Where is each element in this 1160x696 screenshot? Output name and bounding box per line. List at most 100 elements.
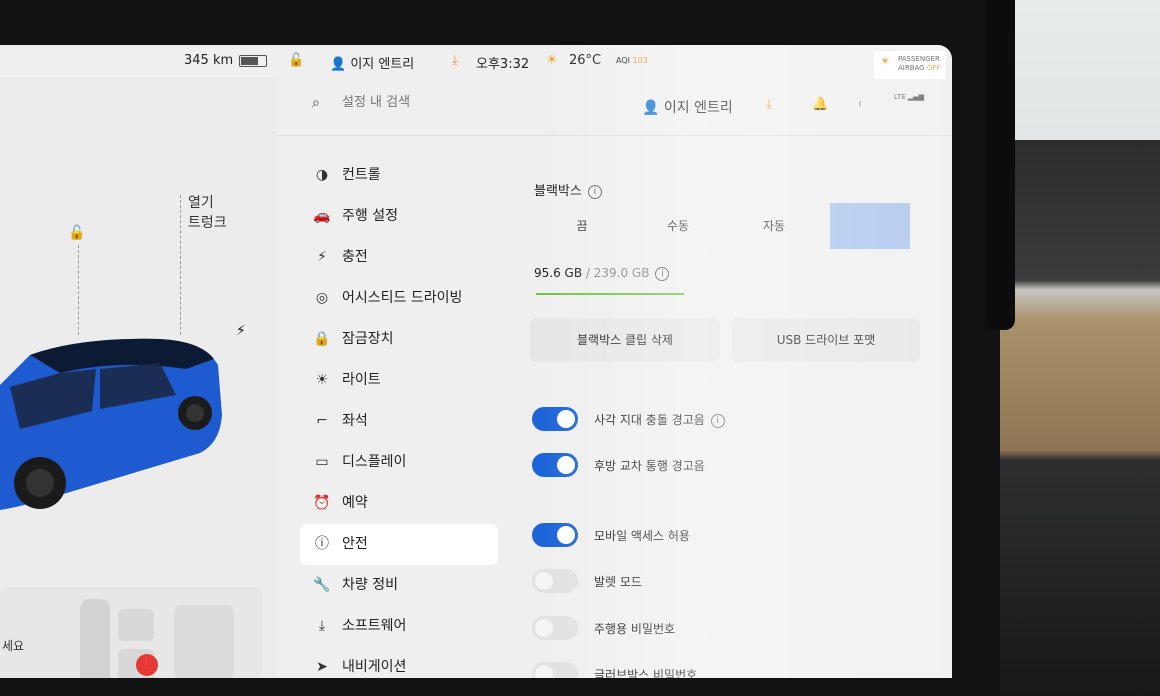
profile-status[interactable]: 👤 이지 엔트리 — [330, 53, 414, 72]
toggle-knob — [557, 410, 575, 428]
frunk-guide-line — [78, 245, 79, 335]
padlock-icon[interactable]: 🔓 — [288, 53, 304, 68]
trunk-line2: 트렁크 — [188, 215, 227, 231]
nav-item-label: 어시스티드 드라이빙 — [342, 290, 463, 306]
toggle-knob — [535, 619, 553, 637]
nav-item[interactable]: ☀ 라이트 — [300, 360, 498, 401]
toggle-switch[interactable] — [532, 662, 578, 678]
nav-item-label: 내비게이션 — [342, 659, 407, 675]
range-text: 345 km — [184, 53, 234, 68]
toggle-switch[interactable] — [532, 407, 578, 431]
storage-readout: 95.6 GB / 239.0 GB i — [534, 266, 670, 281]
delete-dashcam-clips-button[interactable]: 블랙박스 클립 삭제 — [530, 318, 720, 362]
toggle-switch[interactable] — [532, 453, 578, 477]
nav-item[interactable]: 🔒 잠금장치 — [300, 319, 498, 360]
car-model-image — [0, 338, 222, 510]
nav-item[interactable]: 🔧 차량 정비 — [300, 565, 498, 606]
nav-item[interactable]: 🚗 주행 설정 — [300, 196, 498, 237]
dashcam-title-text: 블랙박스 — [534, 184, 582, 199]
safety-settings-content: 블랙박스 i 끔 수동 자동 95.6 GB / 239.0 GB i 블랙박스 클립 … — [530, 45, 930, 678]
toggle-knob — [535, 665, 553, 678]
nav-item-label: 소프트웨어 — [342, 618, 407, 634]
toggle-label: 후방 교차 통행 경고음 — [594, 457, 705, 474]
nav-item[interactable]: ⤓ 소프트웨어 — [300, 606, 498, 647]
dashcam-mode-option[interactable]: 끔 — [542, 203, 622, 249]
toggle-label-text: 발렛 모드 — [594, 575, 642, 589]
search-icon[interactable]: ⌕ — [312, 95, 320, 111]
frunk-unlock-icon[interactable]: 🔓 — [68, 225, 85, 241]
navigation-icon: ➤ — [316, 659, 328, 675]
settings-nav: ◑ 컨트롤 🚗 주행 설정 ⚡ 충전 ◎ 어시스티드 드라이빙 🔒 잠금장치 ☀ 라이트 ⌐ 좌석 ▭ 디스플… — [300, 155, 498, 678]
car-icon: 🚗 — [313, 208, 331, 224]
lock-icon: 🔒 — [313, 331, 331, 347]
dashcam-mode-selector: 끔 수동 자동 — [530, 203, 910, 249]
seat-status-panel — [0, 587, 262, 678]
nav-item[interactable]: ➤ 내비게이션 — [300, 647, 498, 678]
nav-item-label: 라이트 — [342, 372, 381, 388]
download-icon: ⤓ — [318, 618, 326, 634]
seat-hint-text: 세요 — [2, 639, 25, 653]
alarm-icon: ⏰ — [313, 495, 331, 511]
info-icon[interactable]: i — [710, 413, 725, 428]
charge-port-icon[interactable]: ⚡ — [236, 323, 246, 339]
safety-icon: ⓘ — [315, 536, 329, 552]
toggle-label: 사각 지대 충돌 경고음 i — [594, 411, 725, 428]
info-icon[interactable]: i — [655, 266, 670, 281]
storage-total: / 239.0 GB — [585, 266, 650, 280]
battery-icon — [239, 54, 268, 67]
nav-item-label: 주행 설정 — [342, 208, 398, 224]
storage-used: 95.6 GB — [534, 266, 583, 280]
dashcam-mode-option[interactable] — [830, 203, 910, 249]
toggle-knob — [535, 572, 553, 590]
toggle-switch[interactable] — [532, 569, 578, 593]
touchscreen: 345 km 🔓 👤 이지 엔트리 ⤓ 오후3:32 ☀ 26°C AQI 10… — [0, 45, 952, 678]
trunk-line1: 열기 — [188, 195, 214, 211]
toggle-label: 글러브박스 비밀번호 — [594, 666, 697, 678]
toggle-label-text: 글러브박스 비밀번호 — [594, 668, 698, 678]
toggle-switch[interactable] — [532, 616, 578, 640]
toggle-label: 주행용 비밀번호 — [594, 620, 675, 637]
nav-item[interactable]: ◑ 컨트롤 — [300, 155, 498, 196]
person-icon: 👤 — [330, 57, 347, 72]
car-interior-background — [1000, 0, 1160, 696]
nav-item[interactable]: ⚡ 충전 — [300, 237, 498, 278]
format-usb-drive-button[interactable]: USB 드라이브 포맷 — [732, 318, 920, 362]
nav-item[interactable]: ◎ 어시스티드 드라이빙 — [300, 278, 498, 319]
dashcam-mode-option[interactable]: 자동 — [734, 203, 814, 249]
nav-item[interactable]: ⓘ 안전 — [300, 524, 498, 565]
nav-item[interactable]: ▭ 디스플레이 — [300, 442, 498, 483]
dashcam-mode-option[interactable]: 수동 — [638, 203, 718, 249]
toggle-label-text: 후방 교차 통행 경고음 — [594, 459, 705, 473]
toggle-label: 모바일 액세스 허용 — [594, 527, 690, 544]
range-readout: 345 km — [184, 53, 268, 68]
toggle-label-text: 사각 지대 충돌 경고음 — [594, 413, 705, 427]
light-icon: ☀ — [315, 372, 329, 388]
toggle-label-text: 모바일 액세스 허용 — [594, 529, 690, 543]
screen-mount — [985, 0, 1015, 330]
trunk-guide-line — [180, 195, 181, 335]
storage-usage-bar — [536, 293, 684, 295]
toggle-icon: ◑ — [315, 167, 329, 183]
seat-icon: ⌐ — [316, 413, 328, 429]
display-icon: ▭ — [315, 454, 329, 470]
nav-item-label: 차량 정비 — [342, 577, 398, 593]
open-trunk-button[interactable]: 열기 트렁크 — [188, 193, 227, 233]
nav-item-label: 컨트롤 — [342, 167, 381, 183]
profile-name: 이지 엔트리 — [350, 57, 415, 72]
nav-item-label: 좌석 — [342, 413, 368, 429]
nav-item[interactable]: ⌐ 좌석 — [300, 401, 498, 442]
toggle-knob — [557, 526, 575, 544]
vehicle-panel: 열기 트렁크 🔓 ⚡ 세요 ❗ — [0, 77, 278, 678]
seat-map-icon — [80, 599, 234, 678]
nav-item-label: 충전 — [342, 249, 368, 265]
download-icon[interactable]: ⤓ — [452, 53, 458, 68]
info-icon[interactable]: i — [587, 184, 602, 199]
toggle-switch[interactable] — [532, 523, 578, 547]
nav-item[interactable]: ⏰ 예약 — [300, 483, 498, 524]
bolt-icon: ⚡ — [317, 249, 327, 265]
toggle-label-text: 주행용 비밀번호 — [594, 622, 676, 636]
nav-item-label: 디스플레이 — [342, 454, 407, 470]
wrench-icon: 🔧 — [313, 577, 331, 593]
steering-wheel-icon: ◎ — [315, 290, 329, 306]
settings-search-input[interactable] — [340, 94, 544, 111]
